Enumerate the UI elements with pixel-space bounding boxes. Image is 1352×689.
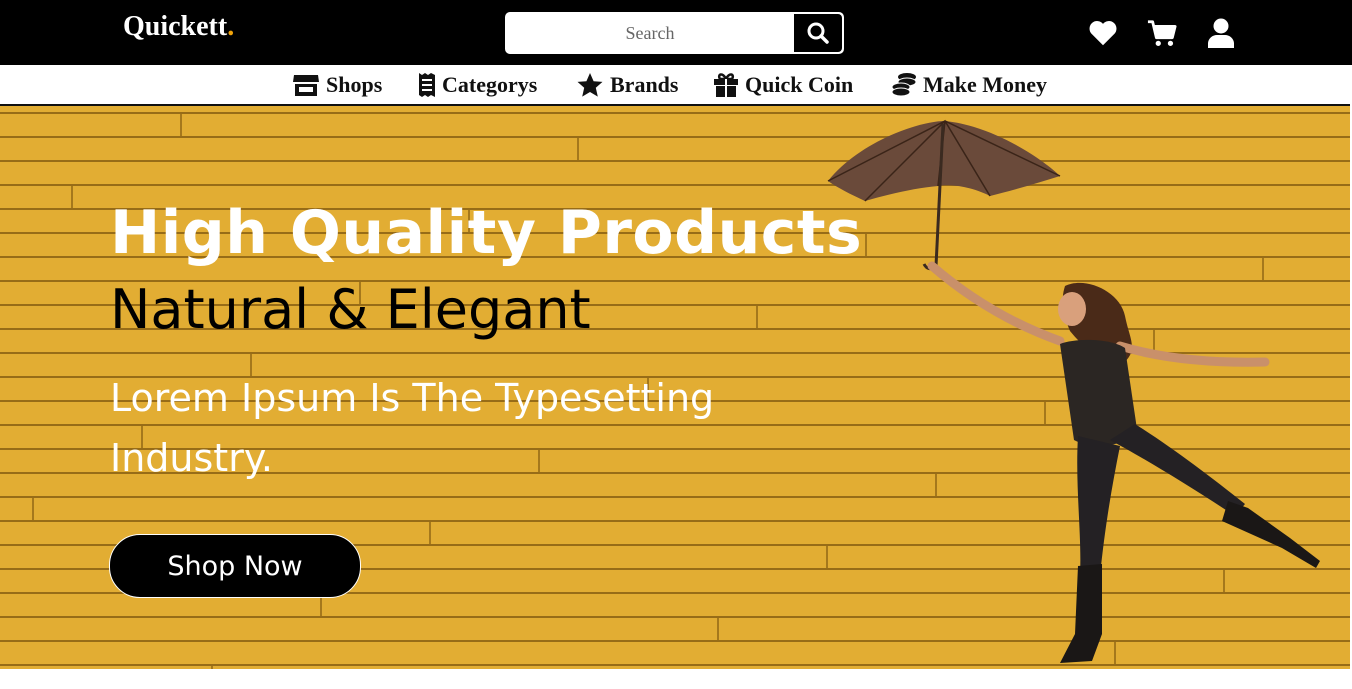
hero-title: High Quality Products <box>110 198 863 268</box>
nav-item-label: Categorys <box>442 72 538 97</box>
nav-item-label: Make Money <box>923 72 1048 97</box>
woman-with-umbrella-photo <box>827 119 1320 663</box>
user-icon <box>1208 18 1234 48</box>
nav-item-shops[interactable]: Shops <box>292 70 382 100</box>
plank-seam <box>717 618 719 640</box>
plank-seam <box>756 306 758 328</box>
plank-seam <box>577 138 579 160</box>
cart-button[interactable] <box>1147 18 1177 48</box>
plank-seam <box>429 522 431 544</box>
search-input[interactable] <box>506 13 794 53</box>
nav-item-make-money[interactable]: Make Money <box>891 70 1047 100</box>
wishlist-button[interactable] <box>1088 18 1118 48</box>
account-button[interactable] <box>1206 18 1236 48</box>
logo-dot: . <box>227 11 235 42</box>
gift-icon <box>714 73 738 97</box>
coins-icon <box>891 73 917 97</box>
nav-item-brands[interactable]: Brands <box>576 70 678 100</box>
plank-seam <box>71 186 73 208</box>
search-icon <box>807 22 829 44</box>
star-icon <box>577 73 603 97</box>
logo-text: Quickett <box>123 11 228 42</box>
cart-icon <box>1147 20 1177 46</box>
search-bar <box>505 12 844 54</box>
store-icon <box>293 75 319 96</box>
nav-item-label: Quick Coin <box>745 72 854 97</box>
plank-seam <box>180 114 182 136</box>
plank-seam <box>32 498 34 520</box>
receipt-icon <box>419 73 435 97</box>
top-header: Quickett. <box>0 0 1352 65</box>
hero-subtitle: Natural & Elegant <box>110 278 591 341</box>
search-button[interactable] <box>794 14 842 52</box>
nav-item-quick-coin[interactable]: Quick Coin <box>713 70 853 100</box>
plank-seam <box>211 666 213 669</box>
shop-now-button[interactable]: Shop Now <box>109 534 361 598</box>
nav-item-label: Brands <box>610 72 679 97</box>
nav-item-categorys[interactable]: Categorys <box>418 70 537 100</box>
nav-item-label: Shops <box>326 72 383 97</box>
heart-icon <box>1089 21 1117 46</box>
hero-description: Lorem Ipsum Is The Typesetting Industry. <box>110 376 715 480</box>
hero-banner: High Quality Products Natural & Elegant … <box>0 104 1350 669</box>
category-nav: Shops Categorys Brands Quick Coin Make M… <box>0 65 1352 105</box>
site-logo[interactable]: Quickett. <box>123 11 234 43</box>
